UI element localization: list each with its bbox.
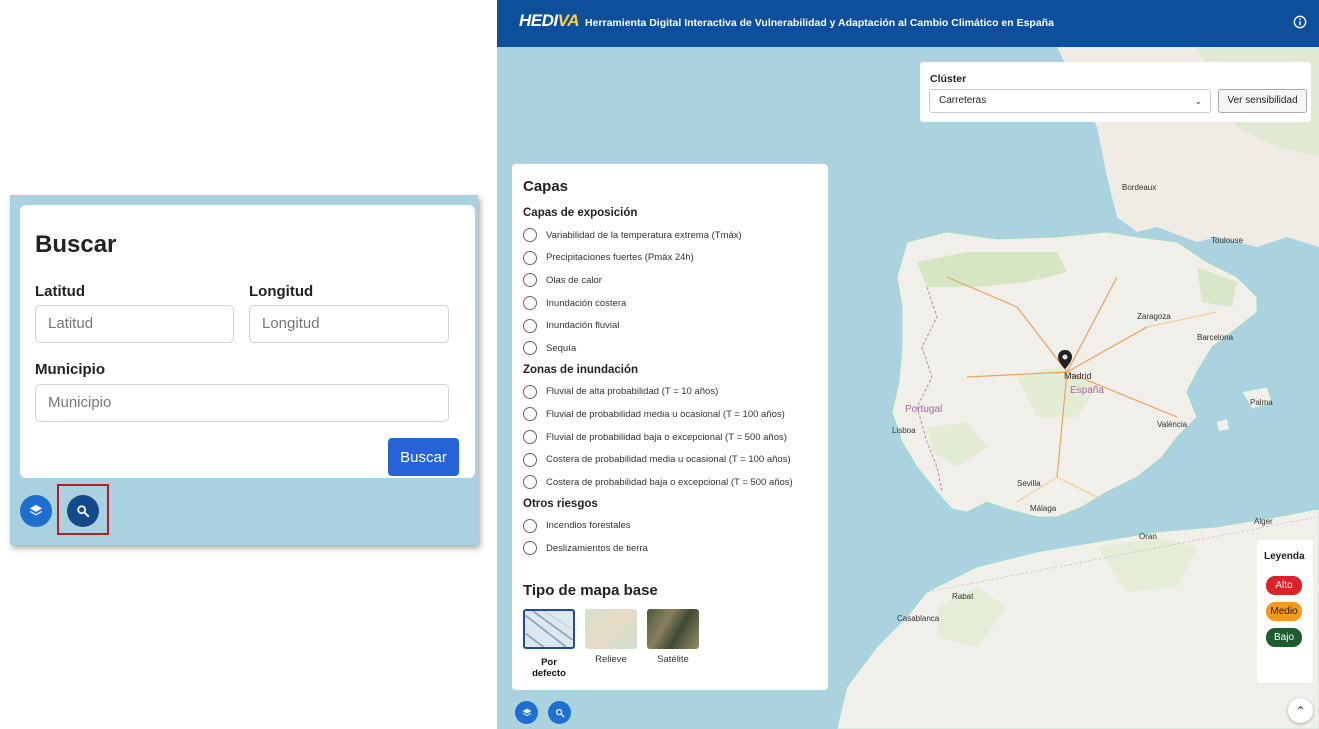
legend-panel: Leyenda Alto Medio Bajo (1257, 540, 1313, 683)
layer-option[interactable]: Fluvial de probabilidad baja o excepcion… (523, 426, 817, 449)
map-label-espana: España (1070, 385, 1104, 396)
latitude-label: Latitud (35, 283, 85, 300)
layer-option[interactable]: Fluvial de alta probabilidad (T = 10 año… (523, 381, 817, 404)
search-title: Buscar (35, 231, 117, 258)
map-label-portugal: Portugal (905, 404, 943, 415)
layers-panel: Capas Capas de exposición Variabilidad d… (512, 164, 828, 690)
cluster-label: Clúster (930, 73, 967, 85)
layers-icon (522, 708, 531, 716)
radio-icon[interactable] (523, 296, 537, 311)
map-label-malaga: Málaga (1030, 504, 1057, 513)
map-label-toulouse: Toulouse (1211, 236, 1244, 245)
map-label-rabat: Rabat (952, 592, 974, 601)
map-label-lisboa: Lisboa (892, 426, 916, 435)
layer-option[interactable]: Inundación fluvial (523, 314, 817, 337)
map-label-zaragoza: Zaragoza (1137, 312, 1171, 321)
latitude-input[interactable]: Latitud (35, 305, 234, 343)
cluster-selected-value: Carreteras (939, 95, 987, 106)
layer-option[interactable]: Costera de probabilidad media u ocasiona… (523, 448, 817, 471)
info-icon[interactable] (1293, 15, 1307, 29)
exposure-section-title: Capas de exposición (523, 207, 638, 219)
cluster-select[interactable]: Carreteras ⌄ (929, 89, 1211, 113)
zoomed-search-panel: Buscar Latitud Longitud Latitud Longitud… (10, 195, 478, 545)
radio-icon[interactable] (523, 430, 537, 445)
satellite-map-thumbnail (647, 608, 699, 649)
map-label-palma: Palma (1250, 398, 1273, 407)
map-label-barcelona: Barcelona (1197, 333, 1234, 342)
longitude-input[interactable]: Longitud (249, 305, 449, 343)
app-title: Herramienta Digital Interactiva de Vulne… (585, 17, 1054, 29)
flood-section-title: Zonas de inundación (523, 363, 639, 376)
radio-icon[interactable] (523, 273, 537, 288)
map-label-valencia: València (1157, 420, 1188, 429)
legend-high: Alto (1266, 576, 1302, 595)
base-map-selector: Por defecto Relieve Satélite (523, 608, 817, 679)
base-map-relief[interactable]: Relieve (585, 608, 637, 679)
layer-option[interactable]: Precipitaciones fuertes (Pmáx 24h) (523, 247, 817, 270)
municipality-input[interactable]: Municipio (35, 384, 449, 422)
other-risks-section-title: Otros riesgos (523, 497, 598, 510)
radio-icon[interactable] (523, 384, 537, 399)
view-sensitivity-button[interactable]: Ver sensibilidad (1218, 89, 1307, 113)
base-map-default[interactable]: Por defecto (523, 608, 575, 679)
layer-option[interactable]: Fluvial de probabilidad media u ocasiona… (523, 403, 817, 426)
radio-icon[interactable] (523, 452, 537, 467)
app-header: HEDIVA Herramienta Digital Interactiva d… (497, 0, 1319, 47)
layers-button[interactable] (515, 701, 538, 724)
map-label-alger: Alger (1254, 517, 1273, 526)
cluster-panel: Clúster Carreteras ⌄ Ver sensibilidad (920, 62, 1311, 122)
map-label-casablanca: Casablanca (897, 614, 940, 623)
layer-option[interactable]: Incendios forestales (523, 515, 817, 538)
layer-option[interactable]: Deslizamientos de tierra (523, 537, 817, 560)
highlight-box (57, 484, 109, 535)
radio-icon[interactable] (523, 407, 537, 422)
map-label-oran: Oran (1139, 532, 1157, 541)
default-map-thumbnail (523, 608, 575, 649)
layers-title: Capas (523, 178, 569, 195)
base-map-satellite[interactable]: Satélite (647, 608, 699, 679)
radio-icon[interactable] (523, 228, 537, 243)
map-label-bordeaux: Bordeaux (1122, 183, 1157, 192)
layer-option[interactable]: Olas de calor (523, 269, 817, 292)
layer-option[interactable]: Variabilidad de la temperatura extrema (… (523, 224, 817, 247)
radio-icon[interactable] (523, 250, 537, 265)
base-map-title: Tipo de mapa base (523, 581, 658, 599)
legend-title: Leyenda (1264, 551, 1305, 562)
radio-icon[interactable] (523, 318, 537, 333)
relief-map-thumbnail (585, 608, 637, 649)
layers-icon (29, 504, 43, 516)
radio-icon[interactable] (523, 541, 537, 556)
legend-low: Bajo (1266, 628, 1302, 647)
chevron-down-icon: ⌄ (1194, 96, 1202, 106)
radio-icon[interactable] (523, 341, 537, 356)
search-card: Buscar Latitud Longitud Latitud Longitud… (20, 205, 475, 478)
search-button[interactable] (548, 701, 571, 724)
radio-icon[interactable] (523, 518, 537, 533)
map-label-madrid: Madrid (1064, 371, 1092, 381)
radio-icon[interactable] (523, 475, 537, 490)
municipality-label: Municipio (35, 361, 105, 378)
chevron-up-icon: ⌃ (1295, 703, 1306, 718)
hediva-logo: HEDIVA (519, 11, 579, 30)
search-submit-button[interactable]: Buscar (388, 438, 459, 476)
layer-option[interactable]: Sequía (523, 337, 817, 360)
scroll-to-top-button[interactable]: ⌃ (1288, 698, 1313, 723)
layer-option[interactable]: Inundación costera (523, 292, 817, 315)
app-window: Madrid España Portugal Lisboa Barcelona … (497, 0, 1319, 729)
legend-medium: Medio (1266, 602, 1302, 621)
layer-option[interactable]: Costera de probabilidad baja o excepcion… (523, 471, 817, 494)
longitude-label: Longitud (249, 283, 314, 300)
search-icon (555, 708, 564, 717)
layers-button[interactable] (20, 495, 52, 527)
map-label-sevilla: Sevilla (1017, 479, 1041, 488)
